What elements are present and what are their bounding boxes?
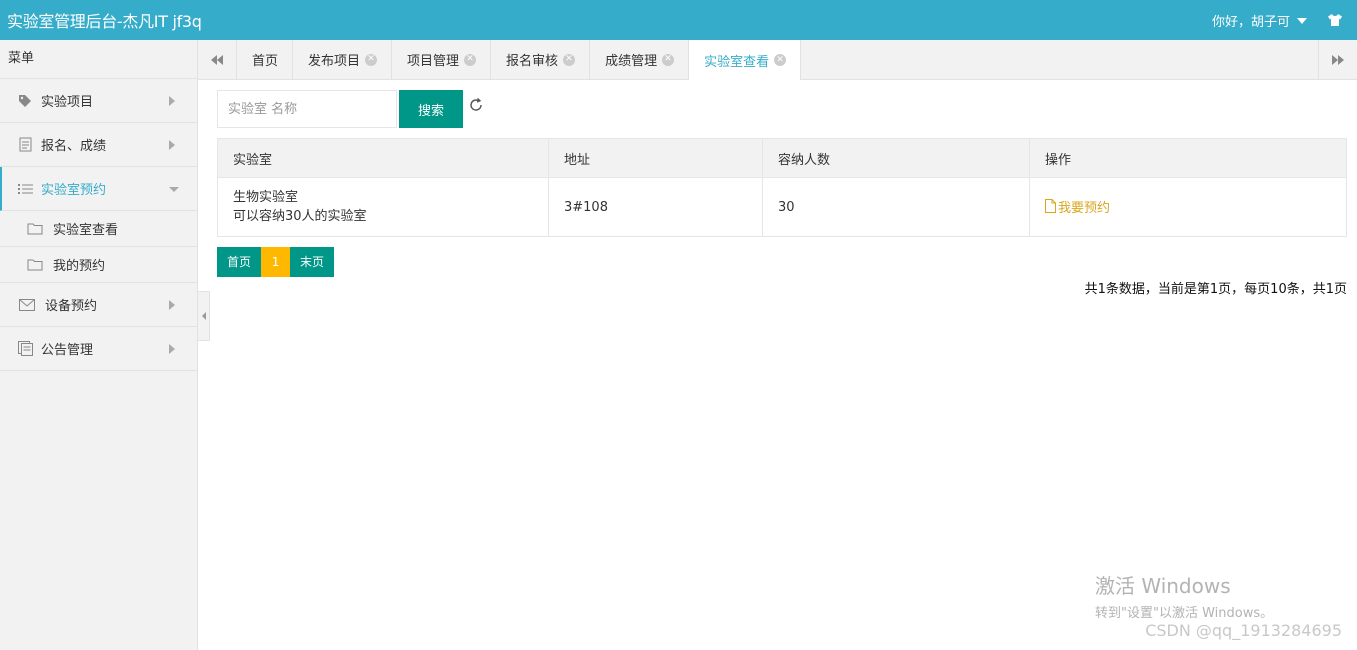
lab-description: 可以容纳30人的实验室 — [233, 209, 367, 224]
sidebar-item-label: 公告管理 — [41, 343, 94, 358]
book-lab-link[interactable]: 我要预约 — [1045, 197, 1110, 216]
mail-icon — [19, 297, 35, 313]
close-icon[interactable]: ✕ — [563, 53, 576, 66]
sidebar-subitem-label: 实验室查看 — [53, 223, 119, 238]
list-icon — [17, 181, 33, 197]
document-icon — [17, 137, 33, 153]
tab-label: 首页 — [252, 54, 279, 69]
lab-table: 实验室 地址 容纳人数 操作 生物实验室 可以容纳30人的实验室 3#108 3… — [217, 138, 1347, 237]
column-header-lab: 实验室 — [217, 138, 549, 178]
lab-cell: 生物实验室 可以容纳30人的实验室 — [217, 177, 549, 237]
column-header-action: 操作 — [1029, 138, 1347, 178]
tab-label: 实验室查看 — [704, 54, 770, 70]
address-cell: 3#108 — [548, 177, 763, 237]
user-greeting[interactable]: 你好，胡子可 — [1212, 11, 1290, 30]
sidebar-item-enroll-scores[interactable]: 报名、成绩 — [0, 123, 197, 167]
last-page-button[interactable]: 末页 — [290, 247, 335, 277]
pagination-summary: 共1条数据，当前是第1页，每页10条，共1页 — [1084, 282, 1347, 297]
tab-label: 发布项目 — [308, 54, 361, 69]
first-page-button[interactable]: 首页 — [217, 247, 262, 277]
sidebar-item-label: 实验项目 — [41, 95, 94, 110]
csdn-watermark: CSDN @qq_1913284695 — [1145, 621, 1342, 640]
sidebar-item-experiments[interactable]: 实验项目 — [0, 79, 197, 123]
folder-icon — [27, 222, 43, 236]
windows-activation-watermark: 激活 Windows 转到"设置"以激活 Windows。 — [1095, 570, 1273, 621]
chevron-right-icon — [169, 344, 175, 354]
app-title: 实验室管理后台-杰凡IT jf3q — [7, 12, 202, 31]
capacity-cell: 30 — [762, 177, 1030, 237]
document-icon — [1045, 199, 1056, 214]
tab-project-management[interactable]: 项目管理 ✕ — [392, 40, 492, 79]
chevron-right-icon — [169, 96, 175, 106]
sidebar-item-label: 设备预约 — [45, 299, 98, 314]
sidebar-item-equipment-booking[interactable]: 设备预约 — [0, 283, 197, 327]
tab-enroll-review[interactable]: 报名审核 ✕ — [491, 40, 591, 79]
search-button[interactable]: 搜索 — [399, 90, 463, 128]
tab-scroll-right-button[interactable] — [1318, 40, 1357, 79]
chevron-down-icon[interactable] — [1297, 17, 1307, 24]
sidebar-item-label: 实验室预约 — [41, 183, 107, 198]
tab-bar: 首页 发布项目 ✕ 项目管理 ✕ 报名审核 ✕ 成绩管理 ✕ 实验室查看 ✕ — [198, 40, 1357, 80]
column-header-capacity: 容纳人数 — [762, 138, 1030, 178]
header-user-area: 你好，胡子可 — [1212, 11, 1357, 30]
sidebar-collapse-handle[interactable] — [198, 291, 210, 341]
double-chevron-right-icon — [1332, 54, 1344, 65]
sidebar: 菜单 实验项目 报名、成绩 实验室预约 实验室查看 我的预约 设备预约 公告管理 — [0, 40, 198, 650]
double-chevron-left-icon — [211, 54, 223, 65]
theme-shirt-icon[interactable] — [1327, 13, 1343, 27]
current-page-number[interactable]: 1 — [261, 247, 291, 277]
tab-label: 成绩管理 — [605, 54, 658, 69]
tab-score-management[interactable]: 成绩管理 ✕ — [590, 40, 690, 79]
sidebar-subitem-my-booking[interactable]: 我的预约 — [0, 247, 197, 283]
sidebar-item-notices[interactable]: 公告管理 — [0, 327, 197, 371]
refresh-icon[interactable] — [468, 97, 484, 113]
watermark-title: 激活 Windows — [1095, 574, 1231, 598]
lab-name-search-input[interactable] — [217, 90, 397, 128]
main-content: 搜索 实验室 地址 容纳人数 操作 生物实验室 可以容纳30人的实验室 3#10… — [217, 90, 1347, 297]
folder-icon — [27, 258, 43, 272]
search-row: 搜索 — [217, 90, 1347, 128]
tab-scroll-left-button[interactable] — [198, 40, 237, 79]
chevron-right-icon — [169, 300, 175, 310]
chevron-left-icon — [201, 312, 206, 320]
close-icon[interactable]: ✕ — [774, 54, 787, 66]
chevron-down-icon — [169, 187, 179, 192]
close-icon[interactable]: ✕ — [365, 53, 378, 66]
sidebar-item-label: 报名、成绩 — [41, 139, 107, 154]
close-icon[interactable]: ✕ — [464, 53, 477, 66]
tab-label: 项目管理 — [407, 54, 460, 69]
watermark-subtitle: 转到"设置"以激活 Windows。 — [1095, 606, 1274, 621]
action-cell: 我要预约 — [1029, 177, 1347, 237]
table-header-row: 实验室 地址 容纳人数 操作 — [217, 138, 1347, 178]
tab-publish-project[interactable]: 发布项目 ✕ — [293, 40, 393, 79]
sidebar-item-lab-booking[interactable]: 实验室预约 — [0, 167, 197, 211]
tab-lab-view[interactable]: 实验室查看 ✕ — [689, 40, 802, 80]
tab-home[interactable]: 首页 — [237, 40, 294, 79]
sidebar-subitem-label: 我的预约 — [53, 259, 106, 274]
pagination: 首页 1 末页 — [217, 247, 1347, 277]
notice-icon — [17, 341, 33, 357]
close-icon[interactable]: ✕ — [662, 53, 675, 66]
menu-title: 菜单 — [0, 40, 197, 79]
lab-name: 生物实验室 — [233, 190, 299, 205]
chevron-right-icon — [169, 140, 175, 150]
tab-label: 报名审核 — [506, 54, 559, 69]
table-row: 生物实验室 可以容纳30人的实验室 3#108 30 我要预约 — [217, 177, 1347, 237]
book-lab-label: 我要预约 — [1058, 200, 1111, 216]
top-header: 实验室管理后台-杰凡IT jf3q 你好，胡子可 — [0, 0, 1357, 40]
column-header-address: 地址 — [548, 138, 763, 178]
tag-icon — [17, 93, 33, 109]
sidebar-subitem-lab-view[interactable]: 实验室查看 — [0, 211, 197, 247]
